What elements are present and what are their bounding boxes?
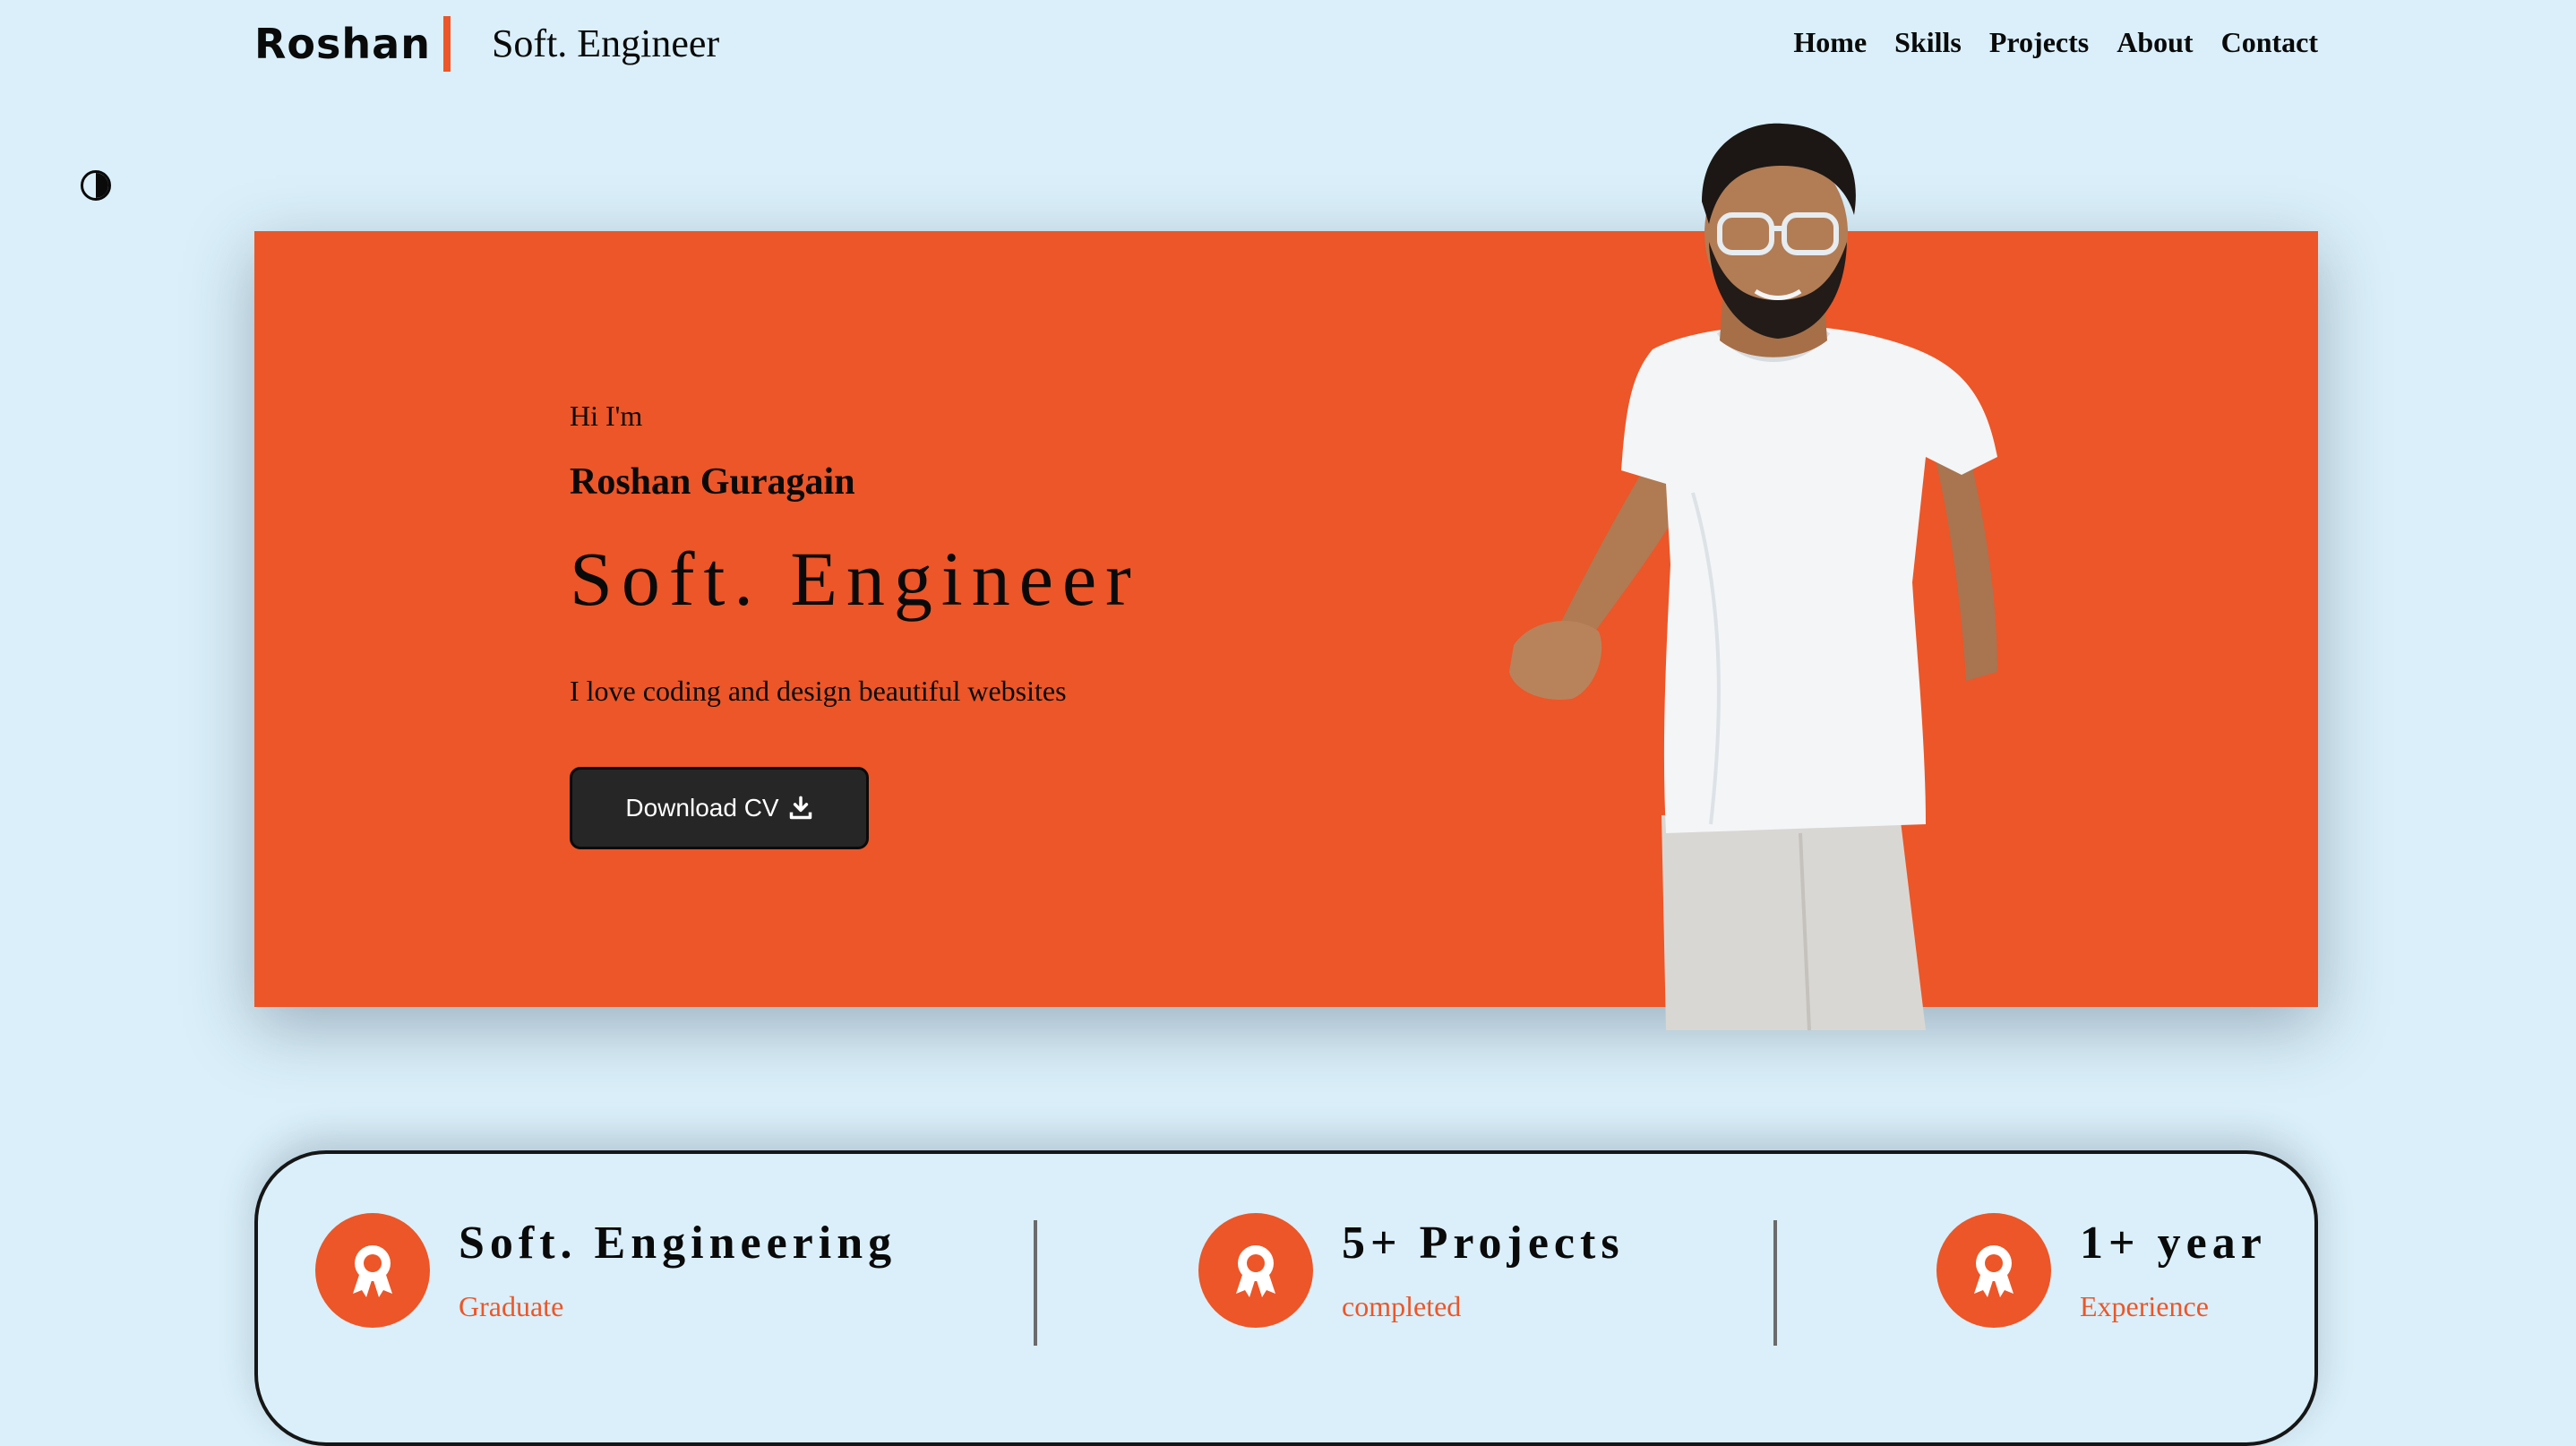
download-cv-label: Download CV	[625, 794, 779, 822]
stat-item: 5+ Projects completed	[1198, 1213, 1625, 1328]
stat-title: 1+ year	[2080, 1218, 2267, 1269]
brand[interactable]: Roshan Soft. Engineer	[254, 13, 719, 75]
award-icon	[1936, 1213, 2051, 1328]
stat-subtitle: completed	[1342, 1290, 1462, 1322]
main-menu: Home Skills Projects About Contact	[1793, 22, 2318, 63]
hero-greeting: Hi I'm	[570, 400, 643, 432]
nav-contact[interactable]: Contact	[2221, 22, 2318, 63]
stats-card: Soft. Engineering Graduate 5+ Projects c…	[254, 1150, 2318, 1446]
nav-about[interactable]: About	[2117, 22, 2193, 63]
stat-divider	[1773, 1220, 1777, 1346]
profile-portrait	[1509, 123, 1997, 1031]
hero-text: Hi I'm Roshan Guragain Soft. Engineer I …	[570, 394, 1376, 849]
nav-skills[interactable]: Skills	[1894, 22, 1962, 63]
stat-subtitle: Experience	[2080, 1290, 2209, 1322]
stat-item: Soft. Engineering Graduate	[315, 1213, 897, 1328]
hero-role: Soft. Engineer	[570, 536, 1140, 622]
nav-home[interactable]: Home	[1793, 22, 1867, 63]
download-cv-button[interactable]: Download CV	[570, 767, 869, 849]
award-icon	[315, 1213, 430, 1328]
brand-divider	[442, 16, 451, 72]
stat-item: 1+ year Experience	[1936, 1213, 2267, 1328]
hero-name: Roshan Guragain	[570, 461, 855, 503]
nav-projects[interactable]: Projects	[1989, 22, 2089, 63]
brand-title: Soft. Engineer	[491, 22, 720, 65]
download-icon	[789, 796, 811, 820]
stat-divider	[1034, 1220, 1037, 1346]
stat-subtitle: Graduate	[459, 1290, 564, 1322]
stat-title: 5+ Projects	[1342, 1218, 1625, 1269]
stat-title: Soft. Engineering	[459, 1218, 897, 1269]
award-icon	[1198, 1213, 1313, 1328]
brand-name: Roshan	[254, 20, 431, 68]
top-nav: Roshan Soft. Engineer Home Skills Projec…	[0, 0, 2576, 90]
hero-tagline: I love coding and design beautiful websi…	[570, 675, 1067, 707]
contrast-icon[interactable]	[81, 170, 111, 201]
